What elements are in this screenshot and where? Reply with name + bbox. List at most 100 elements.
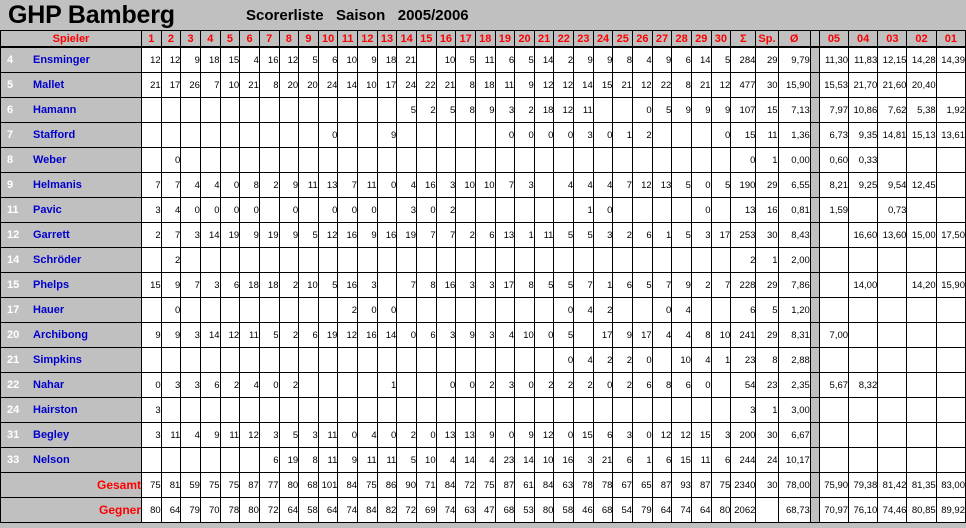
- table-row[interactable]: 5 Mallet 21 17 26 7 10 21 8 20 20 24 14 10 17 24 22 21 8 18…: [0, 72, 966, 98]
- player-cell[interactable]: 14 Schröder: [0, 247, 143, 273]
- total-game-4: 70: [199, 497, 221, 523]
- player-cell[interactable]: 31 Begley: [0, 422, 143, 448]
- header-player: Spieler: [0, 30, 143, 48]
- total-game-22: 63: [553, 472, 575, 498]
- cell-game-5: 0: [219, 197, 241, 223]
- table-row[interactable]: 15 Phelps 15 9 7 3 6 18 18 2 10 5 16 3 7 8 16 3 3 17 8 5 5 7 1 6 5…: [0, 272, 966, 298]
- cell-season-03: [877, 272, 908, 298]
- cell-game-21: 10: [533, 447, 555, 473]
- cell-game-7: 3: [258, 422, 280, 448]
- cell-game-15: [415, 372, 437, 398]
- player-cell[interactable]: 6 Hamann: [0, 97, 143, 123]
- table-row[interactable]: 12 Garrett 2 7 3 14 19 9 19 9 5 12 16 9 16 19 7 7 2 6 13 1 11 5…: [0, 222, 966, 248]
- cell-game-6: [239, 97, 260, 123]
- table-row[interactable]: 9 Helmanis 7 7 4 4 0 8 2 9 11 13 7 11 0 4 16 3 10 10 7 3 4 4 4 7 1…: [0, 172, 966, 198]
- cell-game-2: 17: [160, 72, 182, 98]
- table-row[interactable]: 14 Schröder 2 2 1 2,00: [0, 247, 966, 273]
- cell-game-11: 10: [337, 46, 359, 73]
- cell-game-6: [239, 247, 260, 273]
- cell-game-10: 6: [317, 46, 339, 73]
- table-row[interactable]: 4 Ensminger 12 12 9 18 15 4 16 12 5 6 10 9 18 21 10 5 11 6 5…: [0, 46, 966, 73]
- player-cell[interactable]: 20 Archibong: [0, 322, 143, 348]
- table-row[interactable]: 33 Nelson 6 19 8 11 9 11 11 5 10 4 14 4 23 14 10 16 3 21 6 1 6…: [0, 447, 966, 473]
- cell-game-5: [219, 97, 241, 123]
- cell-game-21: [533, 347, 555, 373]
- table-row[interactable]: 17 Hauer 0 2 0 0 0 4 2 0 4 6 5 1,20: [0, 297, 966, 323]
- cell-game-25: 6: [612, 272, 634, 298]
- cell-game-1: 3: [141, 197, 162, 223]
- total-game-1: 80: [141, 497, 162, 523]
- cell-game-23: 4: [573, 347, 594, 373]
- cell-sum: 253: [730, 222, 757, 248]
- cell-game-2: 12: [160, 46, 182, 73]
- player-cell[interactable]: 11 Pavic: [0, 197, 143, 223]
- cell-game-16: [435, 247, 457, 273]
- player-cell[interactable]: 15 Phelps: [0, 272, 143, 298]
- player-cell[interactable]: 12 Garrett: [0, 222, 143, 248]
- cell-average: 7,86: [777, 272, 811, 298]
- cell-game-15: 8: [415, 272, 437, 298]
- player-cell[interactable]: 4 Ensminger: [0, 46, 143, 73]
- gap-cell: [809, 322, 820, 348]
- cell-game-3: 3: [180, 222, 201, 248]
- cell-game-3: [180, 297, 201, 323]
- table-row[interactable]: 24 Hairston 3 3 1 3,00: [0, 397, 966, 423]
- cell-season-02: [906, 197, 937, 223]
- cell-season-01: [935, 297, 966, 323]
- cell-games-played: 30: [755, 422, 779, 448]
- cell-sum: 0: [730, 147, 757, 173]
- cell-game-19: 13: [494, 222, 516, 248]
- player-number: 33: [7, 454, 20, 466]
- table-row[interactable]: 7 Stafford 0 9 0 0 0 0 3 0 1 2 0 15 11 1,36 6,73 9,35 14,8…: [0, 122, 966, 148]
- cell-season-04: [848, 247, 879, 273]
- cell-game-24: 15: [592, 72, 614, 98]
- player-cell[interactable]: 24 Hairston: [0, 397, 143, 423]
- table-row[interactable]: 6 Hamann 5 2 5 8 9 3 2 18 12 11 0 5 9 9 9 107 15 7,13 7,97 10…: [0, 97, 966, 123]
- cell-sum: 23: [730, 347, 757, 373]
- table-row[interactable]: 20 Archibong 9 9 3 14 12 11 5 2 6 19 12 16 14 0 6 3 9 3 4 10 0…: [0, 322, 966, 348]
- cell-season-03: 14,81: [877, 122, 908, 148]
- cell-game-12: 11: [357, 172, 378, 198]
- cell-games-played: 29: [755, 46, 779, 73]
- total-game-2: 64: [160, 497, 182, 523]
- total-game-11: 74: [337, 497, 359, 523]
- player-cell[interactable]: 5 Mallet: [0, 72, 143, 98]
- player-name: Hauer: [33, 304, 65, 316]
- player-cell[interactable]: 9 Helmanis: [0, 172, 143, 198]
- table-row[interactable]: 22 Nahar 0 3 3 6 2 4 0 2 1 0 0 2 3 0 2 2 2 0 2 6 8 6 0 54 23 2,35 5,…: [0, 372, 966, 398]
- table-row[interactable]: 8 Weber 0 0 1 0,00 0,60 0,33: [0, 147, 966, 173]
- table-row[interactable]: 11 Pavic 3 4 0 0 0 0 0 0 0 0 3 0 2 1 0 0 13 16 0,81 1,59 0,73: [0, 197, 966, 223]
- table-row[interactable]: 31 Begley 3 11 4 9 11 12 3 5 3 11 0 4 0 2 0 13 13 9 0 9 12 0 15 6…: [0, 422, 966, 448]
- total-game-8: 64: [278, 497, 300, 523]
- cell-game-10: [317, 297, 339, 323]
- cell-game-21: [533, 197, 555, 223]
- cell-game-12: 9: [357, 46, 378, 73]
- header-average: Ø: [777, 30, 811, 48]
- cell-season-03: [877, 347, 908, 373]
- cell-game-2: 3: [160, 372, 182, 398]
- player-cell[interactable]: 21 Simpkins: [0, 347, 143, 373]
- player-cell[interactable]: 22 Nahar: [0, 372, 143, 398]
- player-cell[interactable]: 7 Stafford: [0, 122, 143, 148]
- player-number: 7: [7, 129, 14, 141]
- player-cell[interactable]: 17 Hauer: [0, 297, 143, 323]
- header-game-11: 11: [337, 30, 359, 48]
- cell-game-20: [514, 397, 535, 423]
- cell-game-23: 11: [573, 97, 594, 123]
- player-cell[interactable]: 33 Nelson: [0, 447, 143, 473]
- cell-game-14: [396, 397, 417, 423]
- cell-game-12: 4: [357, 422, 378, 448]
- cell-game-26: 1: [632, 447, 653, 473]
- cell-game-9: 5: [298, 46, 319, 73]
- cell-game-9: [298, 147, 319, 173]
- player-cell[interactable]: 8 Weber: [0, 147, 143, 173]
- cell-game-28: 8: [671, 72, 692, 98]
- cell-game-6: [239, 147, 260, 173]
- gap-cell: [809, 422, 820, 448]
- cell-game-11: 12: [337, 322, 359, 348]
- cell-sum: 228: [730, 272, 757, 298]
- table-row[interactable]: 21 Simpkins 0 4 2 2 0 10 4 1 23 8 2,88: [0, 347, 966, 373]
- cell-season-01: [935, 347, 966, 373]
- cell-season-04: [848, 447, 879, 473]
- cell-game-30: 7: [710, 272, 732, 298]
